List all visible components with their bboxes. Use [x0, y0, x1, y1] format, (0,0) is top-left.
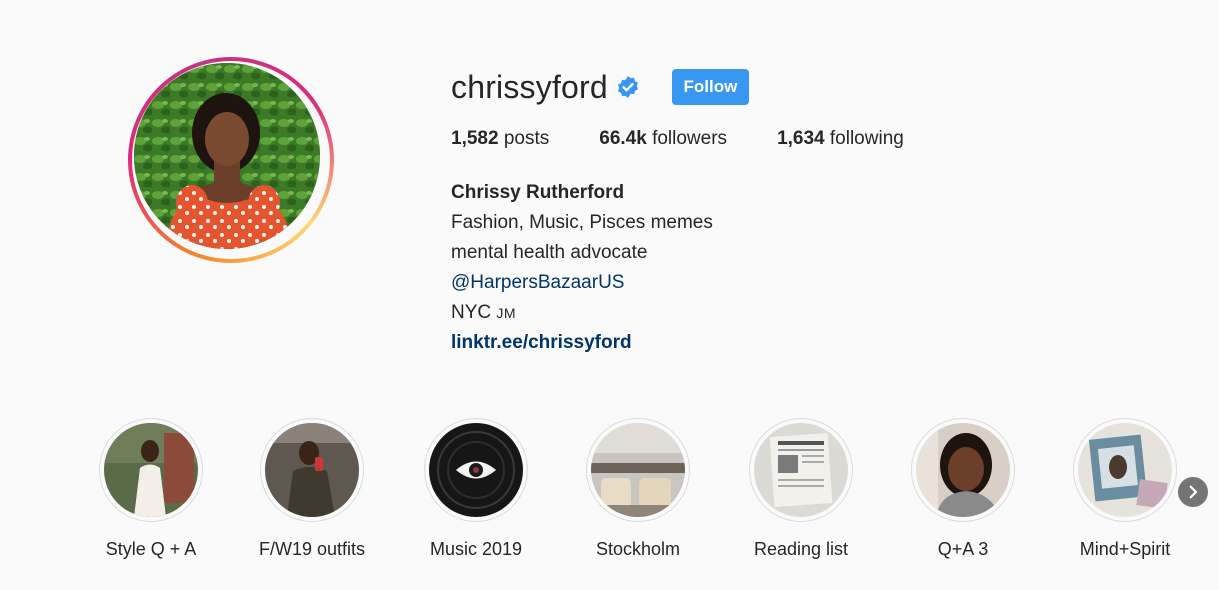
following-count: 1,634 [777, 128, 825, 149]
avatar-illustration [134, 63, 320, 249]
profile-header: chrissyford Follow [451, 64, 749, 110]
story-highlights: Style Q + A F/W19 outfits Music 2019 Sto… [99, 418, 1200, 578]
following-stat[interactable]: 1,634 following [777, 128, 904, 150]
profile-stats: 1,582 posts 66.4k followers 1,634 follow… [451, 128, 954, 150]
followers-stat[interactable]: 66.4k followers [599, 128, 727, 150]
following-label: following [829, 128, 904, 149]
username: chrissyford [451, 68, 608, 105]
highlight-cover [260, 418, 364, 522]
highlight-cover [749, 418, 853, 522]
highlight-cover [1073, 418, 1177, 522]
highlight-label: Style Q + A [105, 539, 197, 559]
verified-badge-icon [616, 75, 640, 99]
highlight-item[interactable]: Music 2019 [411, 418, 541, 560]
bio-line-1: Fashion, Music, Pisces memes [451, 212, 713, 233]
follow-button[interactable]: Follow [671, 69, 749, 105]
posts-count: 1,582 [451, 128, 499, 149]
highlight-item[interactable]: Q+A 3 [898, 418, 1028, 560]
highlight-label: Mind+Spirit [1079, 539, 1171, 559]
highlight-label: Stockholm [595, 539, 681, 559]
full-name: Chrissy Rutherford [451, 182, 625, 203]
followers-label: followers [652, 128, 728, 149]
highlight-label: Q+A 3 [937, 539, 989, 559]
highlight-cover [911, 418, 1015, 522]
profile-bio: Chrissy Rutherford Fashion, Music, Pisce… [451, 178, 713, 358]
bio-line-2: mental health advocate [451, 242, 648, 263]
highlight-cover [586, 418, 690, 522]
bio-mention-link[interactable]: @HarpersBazaarUS [451, 272, 624, 293]
profile-page: chrissyford Follow 1,582 posts 66.4k fol… [0, 0, 1219, 590]
highlight-label: F/W19 outfits [258, 539, 366, 559]
website-link[interactable]: linktr.ee/chrissyford [451, 328, 713, 358]
highlights-next-button[interactable] [1178, 477, 1208, 507]
location-text: NYC [451, 302, 492, 323]
highlight-item[interactable]: F/W19 outfits [247, 418, 377, 560]
highlight-item[interactable]: Stockholm [573, 418, 703, 560]
chevron-right-icon [1189, 485, 1198, 499]
highlight-cover [424, 418, 528, 522]
followers-count: 66.4k [599, 128, 647, 149]
posts-label: posts [503, 128, 550, 149]
highlight-label: Music 2019 [429, 539, 523, 559]
avatar-photo [134, 63, 320, 249]
profile-avatar[interactable] [128, 57, 334, 263]
bio-location: NYC JM [451, 298, 713, 328]
posts-stat: 1,582 posts [451, 128, 549, 150]
highlight-cover [99, 418, 203, 522]
location-flag: JM [496, 305, 517, 321]
highlight-item[interactable]: Mind+Spirit [1060, 418, 1190, 560]
highlight-label: Reading list [753, 539, 849, 559]
highlight-item[interactable]: Reading list [736, 418, 866, 560]
highlight-item[interactable]: Style Q + A [86, 418, 216, 560]
